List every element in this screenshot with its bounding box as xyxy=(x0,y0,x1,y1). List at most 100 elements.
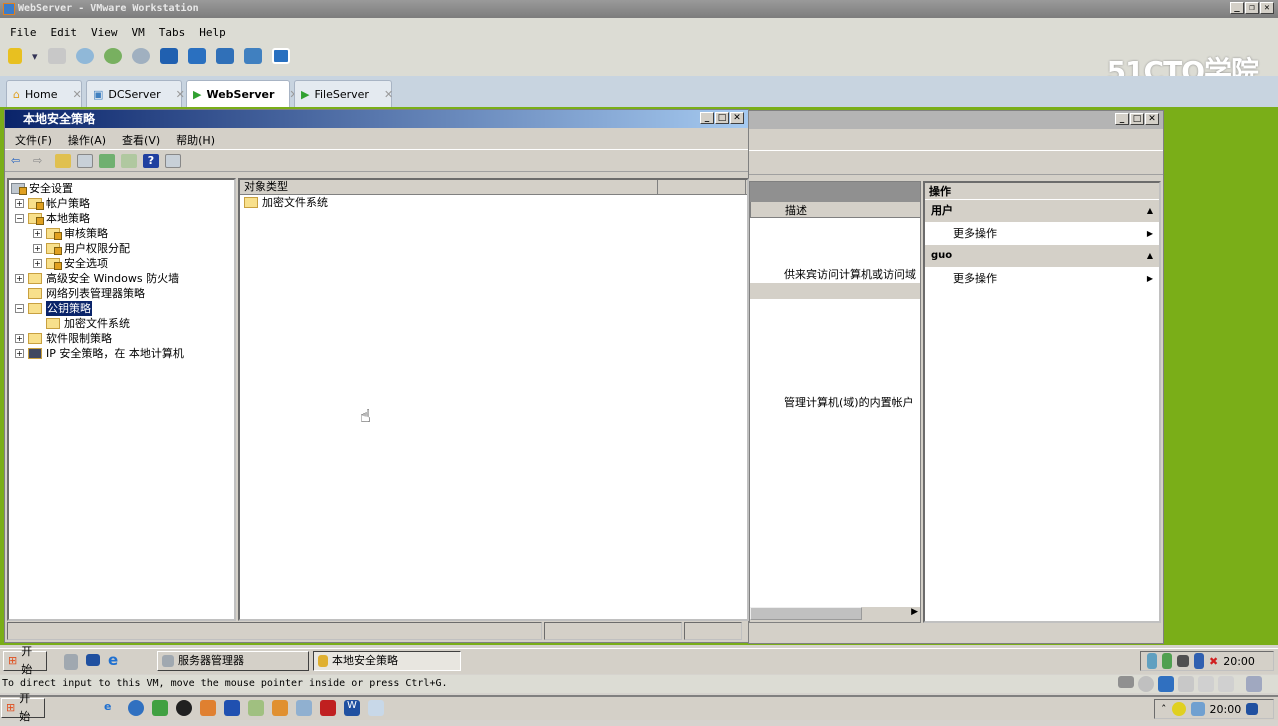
back-arrow-icon[interactable]: ⇦ xyxy=(11,154,27,168)
close-button[interactable]: ✕ xyxy=(1145,113,1159,125)
menu-help[interactable]: Help xyxy=(199,26,226,39)
ie-green-icon[interactable] xyxy=(152,700,168,716)
export-list-icon[interactable] xyxy=(121,153,137,168)
tree-node[interactable]: 加密文件系统 xyxy=(11,316,232,331)
close-tab-icon[interactable]: ✕ xyxy=(384,88,393,101)
menu-help[interactable]: 帮助(H) xyxy=(176,132,215,147)
unity-icon[interactable] xyxy=(243,48,262,64)
quick-switch-icon[interactable] xyxy=(271,48,290,64)
revert-snapshot-icon[interactable] xyxy=(103,48,122,64)
show-desktop-icon[interactable] xyxy=(86,654,100,666)
vmware-tools-icon[interactable] xyxy=(1177,655,1189,667)
selected-row[interactable] xyxy=(750,283,920,299)
tree-node[interactable]: + 安全选项 xyxy=(11,256,232,271)
snapshot-manager-icon[interactable] xyxy=(131,48,150,64)
sidebar-view-icon[interactable] xyxy=(159,48,178,64)
menu-file[interactable]: 文件(F) xyxy=(15,132,52,147)
guest-start-button[interactable]: ⊞ 开始 xyxy=(3,645,47,676)
tree-node[interactable]: + 帐户策略 xyxy=(11,196,232,211)
ie-icon[interactable]: e xyxy=(108,651,118,669)
expand-icon[interactable]: + xyxy=(33,244,42,253)
browser-icon[interactable] xyxy=(128,700,144,716)
app-icon[interactable] xyxy=(248,700,264,716)
expand-icon[interactable]: + xyxy=(15,334,24,343)
tree-node[interactable]: + 高级安全 Windows 防火墙 xyxy=(11,271,232,286)
maximize-button[interactable]: □ xyxy=(1130,113,1144,125)
send-ctrl-alt-del-icon[interactable] xyxy=(47,48,66,64)
tree-node[interactable]: 网络列表管理器策略 xyxy=(11,286,232,301)
tree-node[interactable]: + 软件限制策略 xyxy=(11,331,232,346)
app-icon[interactable] xyxy=(200,700,216,716)
menu-action[interactable]: 操作(A) xyxy=(68,132,106,147)
word-icon[interactable]: W xyxy=(344,700,360,716)
usb-icon[interactable] xyxy=(1198,676,1214,692)
tree-node[interactable]: + 用户权限分配 xyxy=(11,241,232,256)
column-empty[interactable] xyxy=(658,180,746,194)
hard-disk-icon[interactable] xyxy=(1118,676,1134,688)
up-folder-icon[interactable] xyxy=(55,153,71,168)
restore-button[interactable]: ❐ xyxy=(1245,2,1259,14)
local-security-policy-window[interactable]: 本地安全策略 _ □ ✕ 文件(F) 操作(A) 查看(V) 帮助(H) ⇦ ⇨ ? … xyxy=(4,109,749,643)
taskbar-local-security-policy[interactable]: 本地安全策略 xyxy=(313,651,461,671)
tab-webserver[interactable]: ▶WebServer✕ xyxy=(186,80,299,107)
menu-file[interactable]: File xyxy=(10,26,37,39)
refresh-icon[interactable] xyxy=(99,153,115,168)
close-button[interactable]: ✕ xyxy=(730,112,744,124)
notepad-icon[interactable] xyxy=(368,700,384,716)
tree-node[interactable]: 安全设置 xyxy=(11,181,232,196)
computer-management-window[interactable]: _ □ ✕ 描述 供来宾访问计算机或访问域 管理计算机(域)的内置帐户 ▶ 操作 用… xyxy=(748,110,1164,644)
more-actions-item[interactable]: 更多操作 ▶ xyxy=(925,222,1159,245)
tab-home[interactable]: ⌂ Home ✕ xyxy=(6,80,82,107)
collapse-icon[interactable]: − xyxy=(15,214,24,223)
menu-tabs[interactable]: Tabs xyxy=(159,26,186,39)
list-item-efs[interactable]: 加密文件系统 xyxy=(240,195,747,210)
vmware-icon[interactable] xyxy=(272,700,288,716)
minimize-button[interactable]: _ xyxy=(1115,113,1129,125)
tree-node[interactable]: − 公钥策略 xyxy=(11,301,232,316)
security-icon[interactable] xyxy=(1162,653,1172,669)
ie-icon[interactable]: e xyxy=(104,700,120,716)
expand-icon[interactable]: + xyxy=(15,199,24,208)
help-icon[interactable]: ? xyxy=(143,153,159,168)
forward-arrow-icon[interactable]: ⇨ xyxy=(33,154,49,168)
explorer-icon[interactable] xyxy=(296,700,312,716)
column-description[interactable]: 描述 xyxy=(750,202,920,218)
sound-icon[interactable] xyxy=(1218,676,1234,692)
close-tab-icon[interactable]: ✕ xyxy=(72,88,81,101)
column-object-type[interactable]: 对象类型 xyxy=(240,180,658,194)
menu-view[interactable]: 查看(V) xyxy=(122,132,160,147)
pause-icon[interactable] xyxy=(8,48,22,64)
network-tray-icon[interactable] xyxy=(1190,702,1205,716)
action-group-users[interactable]: 用户 ▲ xyxy=(925,200,1159,222)
minimize-button[interactable]: _ xyxy=(700,112,714,124)
host-start-button[interactable]: ⊞ 开始 xyxy=(1,692,45,723)
console-view-icon[interactable] xyxy=(187,48,206,64)
show-hidden-icons[interactable]: ˆ xyxy=(1161,703,1167,716)
message-log-icon[interactable] xyxy=(1246,676,1262,692)
guest-desktop[interactable]: _ □ ✕ 描述 供来宾访问计算机或访问域 管理计算机(域)的内置帐户 ▶ 操作 用… xyxy=(0,107,1278,645)
expand-icon[interactable]: + xyxy=(15,349,24,358)
tree-node[interactable]: − 本地策略 xyxy=(11,211,232,226)
network-adapter-icon[interactable] xyxy=(1158,676,1174,692)
expand-icon[interactable]: + xyxy=(33,259,42,268)
server-manager-quick-icon[interactable] xyxy=(64,654,78,670)
tab-fileserver[interactable]: ▶ FileServer ✕ xyxy=(294,80,393,107)
expand-icon[interactable]: + xyxy=(15,274,24,283)
show-desktop-icon[interactable] xyxy=(1246,703,1259,715)
horizontal-scrollbar[interactable]: ▶ xyxy=(750,607,920,622)
collapse-icon[interactable]: ▲ xyxy=(1147,245,1153,267)
volume-muted-icon[interactable]: ✖ xyxy=(1209,655,1218,668)
expand-icon[interactable]: + xyxy=(33,229,42,238)
snapshot-icon[interactable] xyxy=(75,48,94,64)
app-tray-icon[interactable] xyxy=(1171,702,1186,716)
menu-edit[interactable]: Edit xyxy=(51,26,78,39)
bluetooth-icon[interactable] xyxy=(1178,676,1194,692)
dropdown-icon[interactable]: ▾ xyxy=(32,50,38,63)
collapse-icon[interactable]: − xyxy=(15,304,24,313)
tab-dcserver[interactable]: ▣ DCServer ✕ xyxy=(86,80,185,107)
minimize-button[interactable]: _ xyxy=(1230,2,1244,14)
close-tab-icon[interactable]: ✕ xyxy=(176,88,185,101)
qq-icon[interactable] xyxy=(176,700,192,716)
show-tree-icon[interactable] xyxy=(77,153,93,168)
maximize-button[interactable]: □ xyxy=(715,112,729,124)
